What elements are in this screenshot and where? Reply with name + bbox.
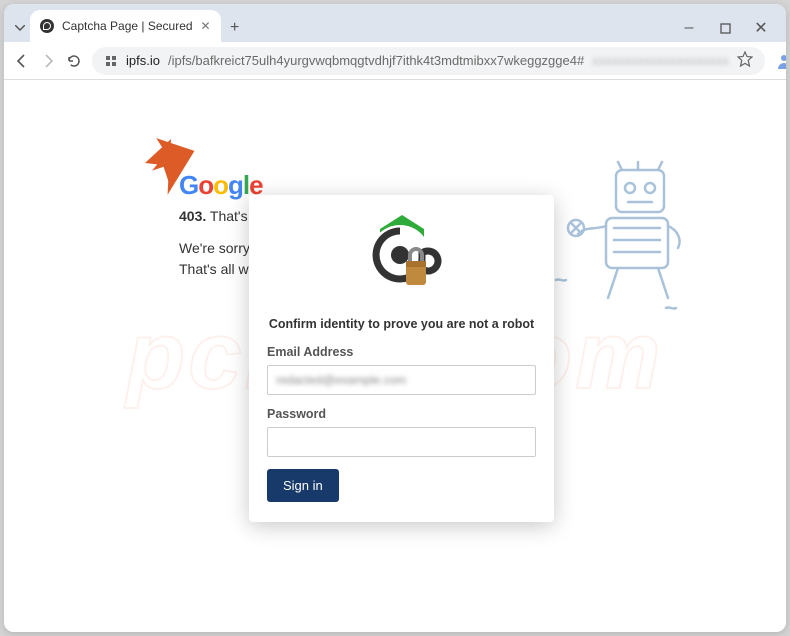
password-label: Password bbox=[267, 407, 536, 421]
url-blurred: xxxxxxxxxxxxxxxxxxxxx bbox=[592, 53, 729, 68]
url-host: ipfs.io bbox=[126, 53, 160, 68]
profile-button[interactable] bbox=[775, 49, 786, 73]
login-modal: Confirm identity to prove you are not a … bbox=[249, 195, 554, 522]
page-content: pcrisk.com Google 403. That's an We're s… bbox=[4, 80, 786, 632]
pointer-arrow-icon bbox=[139, 135, 199, 195]
browser-tab[interactable]: Captcha Page | Secured ✕ bbox=[30, 10, 221, 42]
window-minimize-button[interactable]: – bbox=[680, 19, 698, 37]
modal-headline: Confirm identity to prove you are not a … bbox=[267, 317, 536, 331]
robot-illustration bbox=[536, 160, 696, 330]
back-button[interactable] bbox=[14, 49, 30, 73]
url-path: /ipfs/bafkreict75ulh4yurgvwqbmqgtvdhjf7i… bbox=[168, 53, 584, 68]
new-tab-button[interactable]: + bbox=[221, 14, 249, 42]
email-label: Email Address bbox=[267, 345, 536, 359]
bookmark-star-icon[interactable] bbox=[737, 51, 753, 70]
forward-button[interactable] bbox=[40, 49, 56, 73]
tab-dropdown[interactable] bbox=[10, 14, 30, 42]
email-field[interactable]: redacted@example.com bbox=[267, 365, 536, 395]
window-close-button[interactable]: ✕ bbox=[752, 19, 770, 37]
favicon-icon bbox=[40, 19, 54, 33]
window-maximize-button[interactable] bbox=[716, 19, 734, 37]
sign-in-button[interactable]: Sign in bbox=[267, 469, 339, 502]
at-sign-icon bbox=[352, 209, 452, 309]
toolbar: ipfs.io/ipfs/bafkreict75ulh4yurgvwqbmqgt… bbox=[4, 42, 786, 80]
email-value: redacted@example.com bbox=[276, 373, 406, 387]
address-bar[interactable]: ipfs.io/ipfs/bafkreict75ulh4yurgvwqbmqgt… bbox=[92, 47, 765, 75]
site-settings-icon bbox=[104, 54, 118, 68]
reload-button[interactable] bbox=[66, 49, 82, 73]
tab-title: Captcha Page | Secured bbox=[62, 19, 193, 33]
tab-bar: Captcha Page | Secured ✕ + – ✕ bbox=[4, 4, 786, 42]
tab-close-icon[interactable]: ✕ bbox=[201, 19, 211, 33]
browser-window: Captcha Page | Secured ✕ + – ✕ ipfs.io/i… bbox=[4, 4, 786, 632]
password-field[interactable] bbox=[267, 427, 536, 457]
